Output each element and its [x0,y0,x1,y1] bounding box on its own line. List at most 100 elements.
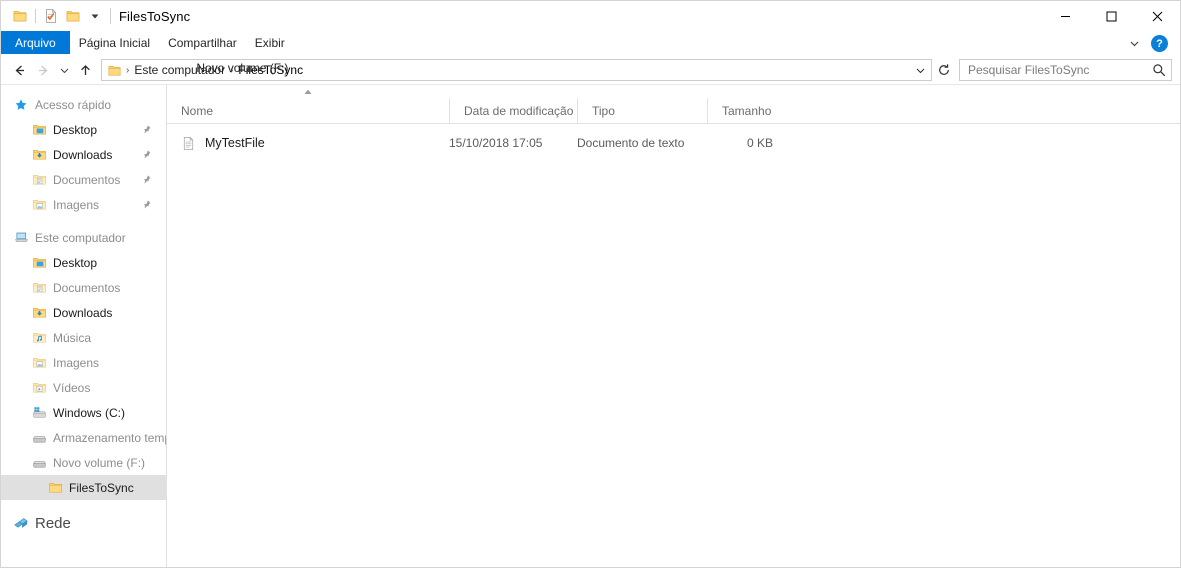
sidebar-section-acesso-rapido[interactable]: Acesso rápido [1,92,166,117]
navigation-bar: › Este computador Novo volume (F:) › Fil… [1,56,1180,84]
column-headers: Nome Data de modificação Tipo Tamanho [167,89,1180,124]
toolbar-separator [35,9,36,23]
sidebar-item-novo-volume-f[interactable]: Novo volume (F:) [1,450,166,475]
folder-pictures-icon [31,355,47,371]
pin-icon[interactable] [140,124,152,136]
folder-icon[interactable] [9,5,31,27]
breadcrumb-overlap-group: Este computador Novo volume (F:) [131,61,288,79]
sidebar-item-videos[interactable]: Vídeos [1,375,166,400]
quick-access-toolbar: FilesToSync [1,1,190,31]
search-icon[interactable] [1151,63,1167,77]
sidebar-section-rede[interactable]: Rede [1,508,166,538]
pin-icon[interactable] [140,174,152,186]
folder-downloads-icon [31,305,47,321]
sidebar-item-label: Novo volume (F:) [53,455,146,470]
pin-icon[interactable] [140,199,152,211]
breadcrumb-novo-volume[interactable]: Novo volume (F:) [193,61,291,75]
sort-ascending-icon [304,88,313,97]
maximize-button[interactable] [1088,1,1134,31]
forward-button[interactable] [31,58,55,82]
sidebar-item-label: Documentos [53,172,121,187]
expand-ribbon-icon[interactable] [1123,33,1145,55]
search-box[interactable] [959,59,1172,81]
drive-icon [31,455,47,471]
column-header-tipo[interactable]: Tipo [577,98,707,123]
sidebar-item-label: Imagens [53,355,100,370]
column-header-tamanho[interactable]: Tamanho [707,98,787,123]
folder-pictures-icon [31,197,47,213]
sidebar-item-documentos-pc[interactable]: Documentos [1,275,166,300]
file-type-cell: Documento de texto [577,136,685,150]
window-title: FilesToSync [119,8,191,24]
title-bar: FilesToSync [1,1,1180,31]
sidebar-item-label: Windows (C:) [53,405,126,420]
table-row[interactable]: MyTestFile 15/10/2018 17:05 Documento de… [167,132,1180,154]
tab-arquivo[interactable]: Arquivo [1,31,70,55]
sidebar-item-desktop-qa[interactable]: Desktop [1,117,166,142]
address-dropdown-icon[interactable] [911,60,929,80]
sidebar-section-este-computador[interactable]: Este computador [1,225,166,250]
file-rows: MyTestFile 15/10/2018 17:05 Documento de… [167,124,1180,567]
tab-pagina-inicial[interactable]: Página Inicial [70,31,159,55]
sidebar-item-downloads-pc[interactable]: Downloads [1,300,166,325]
column-header-nome[interactable]: Nome [167,89,449,123]
sidebar-item-label: Desktop [53,122,98,137]
help-button[interactable]: ? [1151,35,1168,52]
back-button[interactable] [7,58,31,82]
folder-documents-icon [31,172,47,188]
sidebar-item-label: Downloads [53,147,113,162]
sidebar-item-downloads-qa[interactable]: Downloads [1,142,166,167]
ribbon-underline [1,54,1180,55]
new-folder-icon[interactable] [62,5,84,27]
search-input[interactable] [968,63,1151,77]
sidebar-item-imagens-qa[interactable]: Imagens [1,192,166,217]
tab-compartilhar[interactable]: Compartilhar [159,31,246,55]
sidebar-item-label: Desktop [53,255,98,270]
folder-documents-icon [31,280,47,296]
chevron-down-icon[interactable] [84,5,106,27]
sidebar-item-label: Vídeos [53,380,91,395]
breadcrumb-separator-0[interactable]: › [124,65,131,76]
refresh-button[interactable] [933,59,955,81]
sidebar-item-imagens-pc[interactable]: Imagens [1,350,166,375]
folder-videos-icon [31,380,47,396]
file-date-cell: 15/10/2018 17:05 [449,136,543,150]
folder-desktop-icon [31,122,47,138]
column-header-data-modificacao[interactable]: Data de modificação [449,98,577,123]
folder-icon [47,480,63,496]
sidebar-item-label: Imagens [53,197,100,212]
minimize-button[interactable] [1042,1,1088,31]
sidebar-item-windows-c[interactable]: Windows (C:) [1,400,166,425]
sidebar-item-filestosync[interactable]: FilesToSync [1,475,166,500]
sidebar-item-armazenamento-temporario[interactable]: Armazenamento temporário [1,425,166,450]
star-icon [13,97,29,113]
address-bar[interactable]: › Este computador Novo volume (F:) › Fil… [101,59,932,81]
file-name-cell: MyTestFile [167,135,449,151]
computer-icon [13,230,29,246]
column-header-label: Data de modificação [464,103,574,118]
sidebar-item-musica[interactable]: Música [1,325,166,350]
column-header-label: Tamanho [722,103,772,118]
close-button[interactable] [1134,1,1180,31]
explorer-body: Acesso rápido Desktop Downloads Document… [1,84,1180,567]
pin-icon[interactable] [140,149,152,161]
column-header-label: Tipo [592,103,615,118]
sidebar-item-label: Documentos [53,280,121,295]
sidebar-item-label: FilesToSync [69,480,134,495]
sidebar-item-documentos-qa[interactable]: Documentos [1,167,166,192]
file-name-label: MyTestFile [205,136,265,150]
file-list-pane: Nome Data de modificação Tipo Tamanho My… [167,85,1180,567]
navigation-pane[interactable]: Acesso rápido Desktop Downloads Document… [1,85,167,567]
address-folder-icon [106,62,122,78]
sidebar-item-desktop-pc[interactable]: Desktop [1,250,166,275]
folder-music-icon [31,330,47,346]
recent-locations-button[interactable] [55,58,73,82]
sidebar-item-label: Downloads [53,305,113,320]
properties-icon[interactable] [40,5,62,27]
file-size-cell: 0 KB [746,136,773,150]
up-button[interactable] [73,58,97,82]
tab-exibir[interactable]: Exibir [246,31,294,55]
sidebar-section-label: Acesso rápido [35,97,112,112]
